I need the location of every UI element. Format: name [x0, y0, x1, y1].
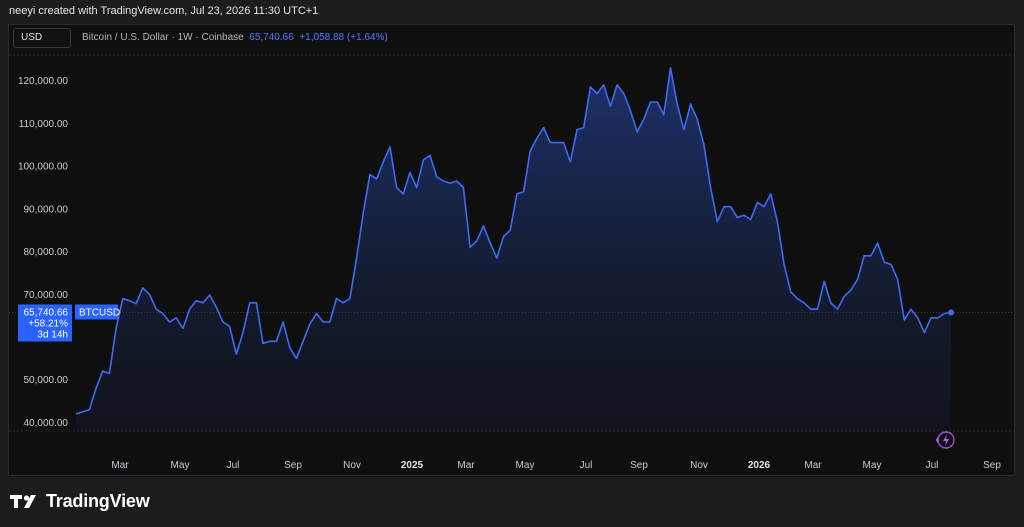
x-tick-label: Jul: [926, 460, 939, 471]
y-tick-label: 90,000.00: [24, 204, 69, 215]
y-tick-label: 80,000.00: [24, 247, 69, 258]
x-tick-label: Sep: [983, 460, 1001, 471]
x-tick-label: Sep: [284, 460, 302, 471]
tradingview-logo[interactable]: TradingView: [10, 490, 150, 512]
price-tag-countdown: 3d 14h: [37, 329, 68, 340]
x-tick-label: Sep: [630, 460, 648, 471]
y-tick-label: 70,000.00: [24, 290, 69, 301]
x-tick-label: Nov: [343, 460, 361, 471]
flash-icon[interactable]: [936, 431, 955, 449]
price-tag: 65,740.66 +58.21% 3d 14h BTCUSD: [18, 304, 120, 342]
y-tick-label: 50,000.00: [24, 375, 69, 386]
x-tick-label: May: [863, 460, 882, 471]
x-tick-label: May: [171, 460, 190, 471]
x-tick-label: Mar: [804, 460, 822, 471]
price-tag-symbol: BTCUSD: [79, 307, 120, 318]
y-tick-label: 120,000.00: [18, 76, 68, 87]
x-tick-label: 2025: [401, 460, 424, 471]
price-chart[interactable]: 40,000.0050,000.0060,000.0070,000.0080,0…: [0, 0, 1024, 527]
tradingview-logo-icon: [10, 495, 36, 508]
x-tick-label: Jul: [227, 460, 240, 471]
x-tick-label: Nov: [690, 460, 708, 471]
x-tick-label: Jul: [580, 460, 593, 471]
y-tick-label: 100,000.00: [18, 162, 68, 173]
x-tick-label: Mar: [457, 460, 475, 471]
x-tick-label: Mar: [111, 460, 129, 471]
price-tag-change: +58.21%: [28, 318, 68, 329]
x-tick-label: May: [516, 460, 535, 471]
x-tick-label: 2026: [748, 460, 771, 471]
tradingview-wordmark: TradingView: [46, 490, 150, 511]
price-area-fill: [76, 67, 952, 432]
y-tick-label: 40,000.00: [24, 418, 69, 429]
price-tag-price: 65,740.66: [24, 307, 69, 318]
y-tick-label: 110,000.00: [19, 119, 69, 130]
last-price-dot: [948, 309, 955, 316]
